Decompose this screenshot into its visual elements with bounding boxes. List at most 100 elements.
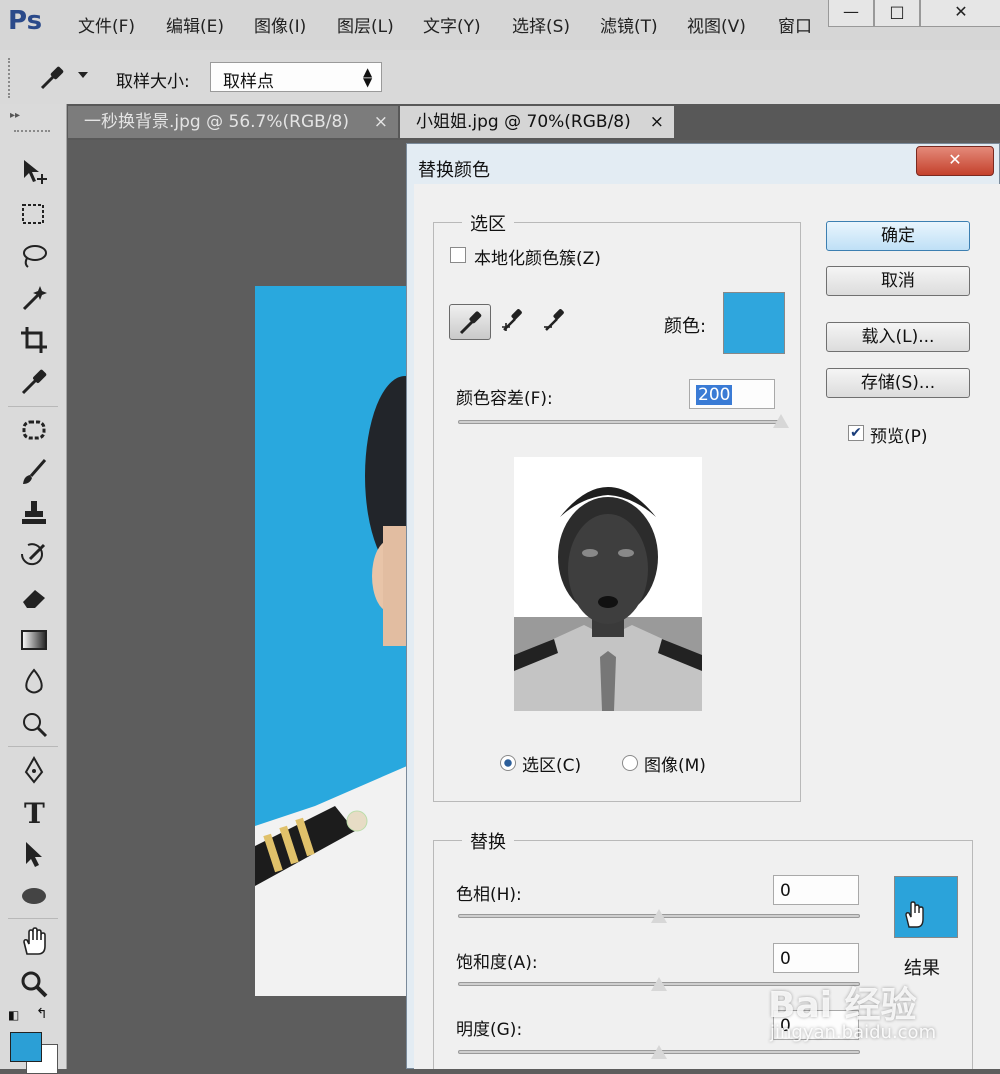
- window-controls: — □ ✕: [828, 0, 1000, 28]
- stamp-icon[interactable]: [18, 498, 50, 530]
- hue-input[interactable]: 0: [773, 875, 859, 905]
- eyedropper-tool-icon[interactable]: [36, 62, 68, 92]
- save-button[interactable]: 存储(S)...: [826, 368, 970, 398]
- menu-edit[interactable]: 编辑(E): [166, 12, 224, 37]
- select-arrows-icon: ▲ ▼: [363, 65, 373, 89]
- spot-heal-icon[interactable]: [18, 414, 50, 446]
- tool-divider: [8, 406, 58, 407]
- history-brush-icon[interactable]: [18, 540, 50, 572]
- selection-legend: 选区: [462, 210, 514, 236]
- replacement-legend: 替换: [462, 828, 514, 854]
- menu-type[interactable]: 文字(Y): [423, 12, 481, 37]
- dialog-close-button[interactable]: ✕: [916, 146, 994, 176]
- pen-icon[interactable]: [18, 754, 50, 786]
- eyedropper-plus-icon: [502, 309, 522, 331]
- menu-select[interactable]: 选择(S): [512, 12, 570, 37]
- hand-icon[interactable]: [18, 926, 50, 958]
- radio-selection[interactable]: [500, 755, 516, 771]
- maximize-button[interactable]: □: [874, 0, 920, 27]
- localized-clusters-label: 本地化颜色簇(Z): [474, 249, 601, 269]
- preview-label: 预览(P): [870, 427, 928, 447]
- radio-image[interactable]: [622, 755, 638, 771]
- close-button[interactable]: ✕: [920, 0, 1000, 27]
- tab-xiaojiejie[interactable]: 小姐姐.jpg @ 70%(RGB/8) ×: [400, 106, 674, 138]
- preview-checkbox[interactable]: ✔: [848, 425, 864, 441]
- eyedropper-subtract-button[interactable]: [540, 304, 576, 338]
- fuzziness-value: 200: [696, 385, 733, 405]
- svg-text:T: T: [24, 797, 45, 828]
- sample-size-label: 取样大小:: [116, 72, 190, 92]
- radio-image-label: 图像(M): [644, 756, 706, 776]
- tab-close-icon[interactable]: ×: [650, 106, 664, 138]
- path-select-icon[interactable]: [18, 838, 50, 870]
- type-icon[interactable]: T: [18, 796, 50, 830]
- lightness-label: 明度(G):: [456, 1020, 523, 1040]
- ok-button[interactable]: 确定: [826, 221, 970, 251]
- menu-view[interactable]: 视图(V): [687, 12, 746, 37]
- tool-divider: [8, 746, 58, 747]
- eyedropper-button[interactable]: [449, 304, 491, 340]
- menu-image[interactable]: 图像(I): [254, 12, 306, 37]
- ellipse-icon[interactable]: [18, 880, 50, 912]
- tab-close-icon[interactable]: ×: [374, 106, 388, 138]
- swap-colors-icon[interactable]: ↰: [36, 1006, 48, 1022]
- brush-icon[interactable]: [18, 456, 50, 488]
- load-button[interactable]: 载入(L)...: [826, 322, 970, 352]
- tab-yimiao[interactable]: 一秒换背景.jpg @ 56.7%(RGB/8) ×: [68, 106, 398, 138]
- zoom-icon[interactable]: [18, 968, 50, 1000]
- color-label: 颜色:: [664, 316, 707, 337]
- eraser-icon[interactable]: [18, 582, 50, 614]
- tab-label: 一秒换背景.jpg @ 56.7%(RGB/8): [84, 112, 349, 132]
- menu-filter[interactable]: 滤镜(T): [600, 12, 658, 37]
- tool-divider: [8, 918, 58, 919]
- document-canvas[interactable]: [255, 286, 407, 996]
- minimize-button[interactable]: —: [828, 0, 874, 27]
- saturation-input[interactable]: 0: [773, 943, 859, 973]
- photoshop-logo: Ps: [8, 6, 43, 36]
- dialog-title: 替换颜色: [418, 160, 490, 181]
- panel-grip: [14, 130, 50, 132]
- tools-panel: ▸▸ T ◧ ↰: [0, 104, 67, 1074]
- crop-icon[interactable]: [18, 324, 50, 356]
- localized-clusters-checkbox[interactable]: [450, 247, 466, 263]
- foreground-color-swatch[interactable]: [10, 1032, 42, 1062]
- fuzziness-slider-track[interactable]: [458, 420, 782, 424]
- radio-selection-label: 选区(C): [522, 756, 582, 776]
- fuzziness-slider-thumb[interactable]: [773, 414, 789, 428]
- fuzziness-input[interactable]: 200: [689, 379, 775, 409]
- move-icon[interactable]: [18, 156, 50, 188]
- watermark-url: jingyan.baidu.com: [770, 1022, 937, 1043]
- blur-icon[interactable]: [18, 666, 50, 698]
- gradient-icon[interactable]: [18, 624, 50, 656]
- result-color-swatch[interactable]: [894, 876, 958, 938]
- eyedropper-add-button[interactable]: [498, 304, 534, 338]
- baidu-watermark: Bai 经验: [768, 985, 917, 1026]
- saturation-slider-thumb[interactable]: [651, 977, 667, 991]
- magic-wand-icon[interactable]: [18, 282, 50, 314]
- lightness-slider-thumb[interactable]: [651, 1045, 667, 1059]
- sample-size-value: 取样点: [223, 72, 274, 92]
- menu-window[interactable]: 窗口: [778, 12, 812, 37]
- dodge-icon[interactable]: [18, 708, 50, 740]
- menu-file[interactable]: 文件(F): [78, 12, 135, 37]
- panel-collapse-icon[interactable]: ▸▸: [10, 110, 20, 121]
- marquee-icon[interactable]: [18, 198, 50, 230]
- eyedropper-icon[interactable]: [18, 366, 50, 398]
- fuzziness-label: 颜色容差(F):: [456, 389, 553, 409]
- lasso-icon[interactable]: [18, 240, 50, 272]
- selection-color-swatch[interactable]: [723, 292, 785, 354]
- hand-pointer-icon: [905, 901, 924, 928]
- sample-size-select[interactable]: 取样点 ▲ ▼: [210, 62, 382, 92]
- menu-layer[interactable]: 图层(L): [337, 12, 394, 37]
- saturation-label: 饱和度(A):: [456, 953, 538, 973]
- default-colors-icon[interactable]: ◧: [8, 1008, 19, 1022]
- cancel-button[interactable]: 取消: [826, 266, 970, 296]
- eyedropper-icon: [459, 311, 482, 335]
- mask-preview-image: [514, 487, 702, 711]
- hue-label: 色相(H):: [456, 885, 522, 905]
- hue-slider-thumb[interactable]: [651, 909, 667, 923]
- options-grip: [8, 58, 14, 98]
- tool-preset-chevron-icon[interactable]: [78, 72, 88, 78]
- eyedropper-minus-icon: [544, 309, 564, 331]
- selection-preview: [514, 457, 702, 711]
